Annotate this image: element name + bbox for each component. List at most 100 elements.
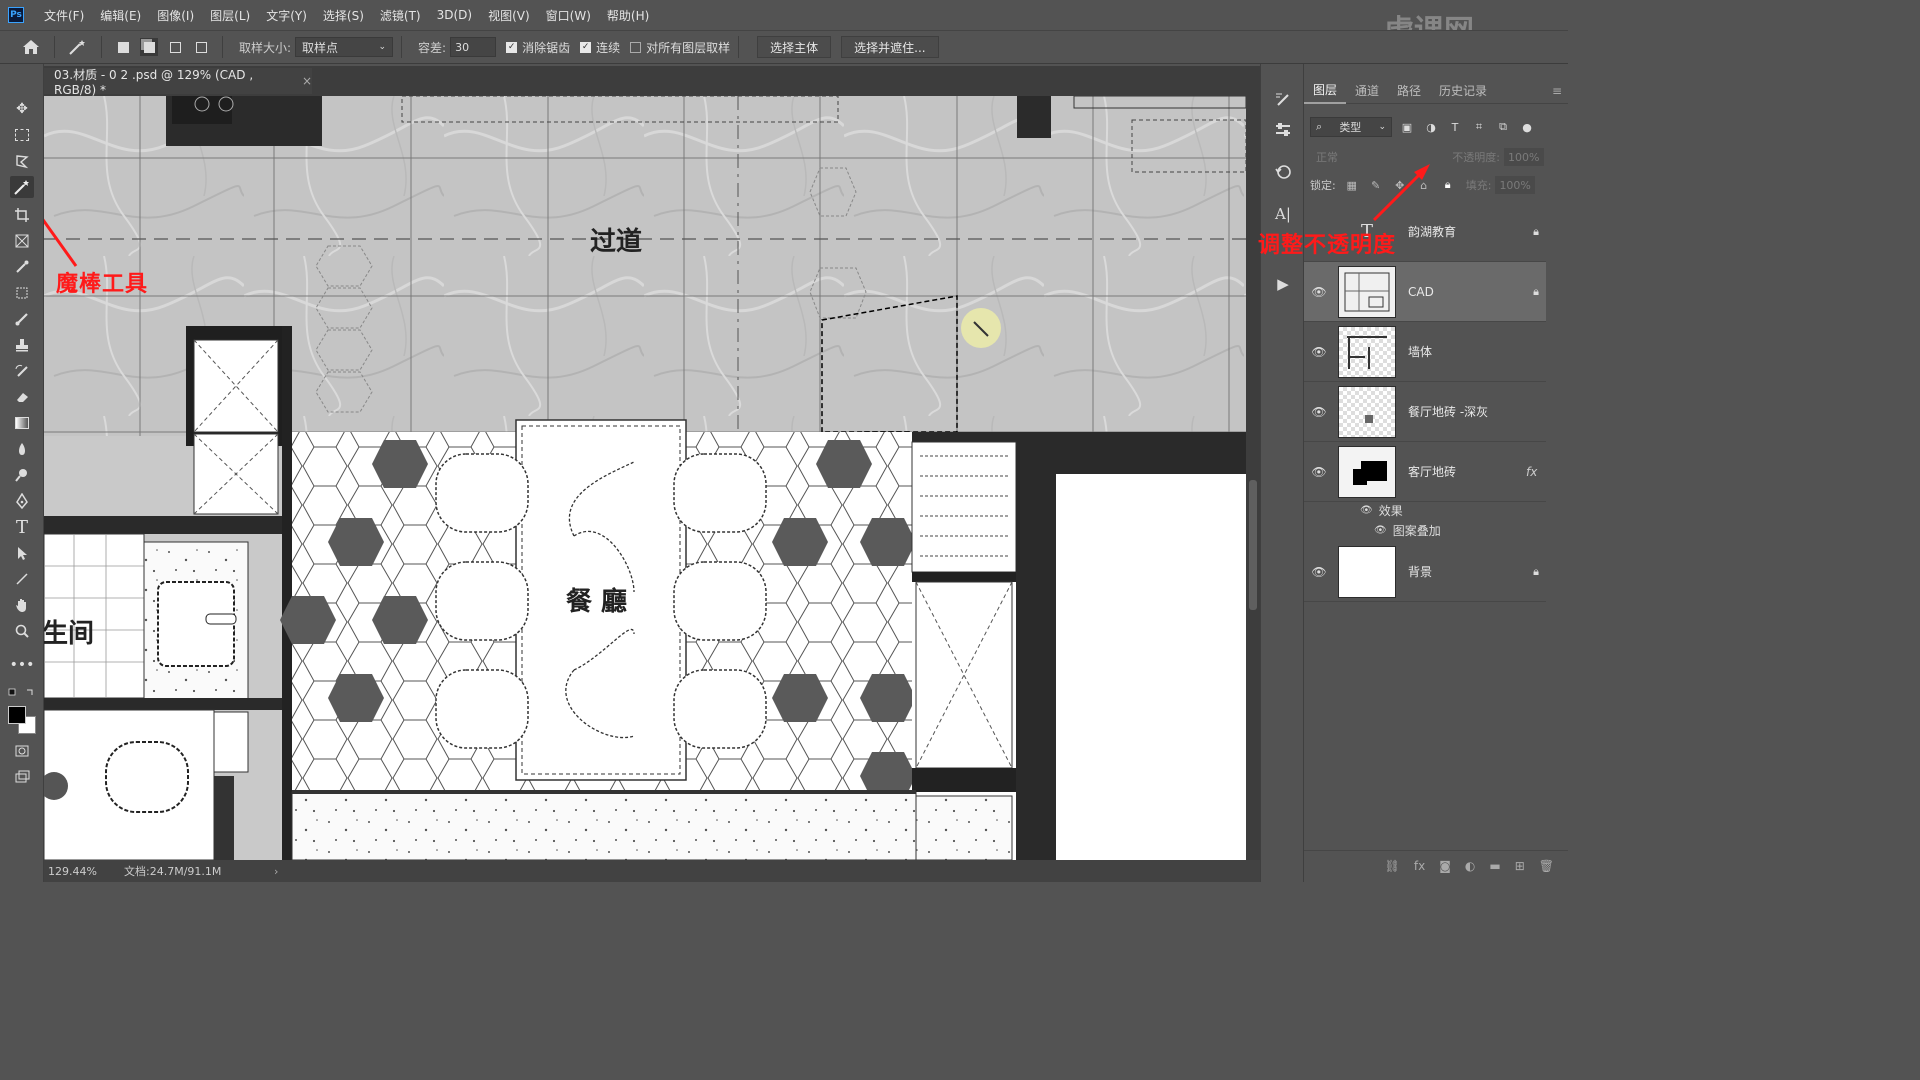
- line-tool-icon[interactable]: [10, 568, 34, 590]
- marquee-tool-icon[interactable]: [10, 124, 34, 146]
- new-fill-adjustment-icon[interactable]: ◐: [1465, 859, 1475, 873]
- tab-paths[interactable]: 路径: [1388, 78, 1430, 104]
- path-selection-tool-icon[interactable]: [10, 542, 34, 564]
- menu-type[interactable]: 文字(Y): [258, 7, 315, 24]
- magic-wand-preset-icon[interactable]: [67, 36, 89, 58]
- layer-effects-group[interactable]: 👁︎ 效果: [1360, 502, 1403, 519]
- layer-effect-pattern-overlay[interactable]: 👁︎ 图案叠加: [1374, 522, 1441, 539]
- panel-menu-icon[interactable]: ≡: [1552, 84, 1562, 98]
- quick-mask-icon[interactable]: [10, 740, 34, 762]
- filter-pixel-icon[interactable]: ▣: [1398, 118, 1416, 136]
- intersect-selection-icon[interactable]: [192, 38, 210, 56]
- layer-row-dining-tiles[interactable]: 👁︎ 餐厅地砖 -深灰: [1304, 382, 1546, 442]
- color-swatches[interactable]: [6, 704, 38, 734]
- gradient-tool-icon[interactable]: [10, 412, 34, 434]
- pen-tool-icon[interactable]: [10, 490, 34, 512]
- anti-alias-checkbox[interactable]: ✓ 消除锯齿: [506, 39, 570, 56]
- document-tab[interactable]: 03.材质 - 0 2 .psd @ 129% (CAD , RGB/8) * …: [44, 68, 312, 97]
- tab-channels[interactable]: 通道: [1346, 78, 1388, 104]
- menu-filter[interactable]: 滤镜(T): [372, 7, 429, 24]
- layer-effects-fx-icon[interactable]: fx: [1526, 465, 1546, 479]
- hand-tool-icon[interactable]: [10, 594, 34, 616]
- history-icon[interactable]: [1271, 160, 1295, 184]
- visibility-eye-icon[interactable]: 👁︎: [1304, 345, 1334, 359]
- swap-colors-icon[interactable]: [6, 682, 38, 704]
- layer-row-background[interactable]: 👁︎ 背景 🔒︎: [1304, 542, 1546, 602]
- menu-select[interactable]: 选择(S): [315, 7, 372, 24]
- filter-type-select[interactable]: ⌕ 类型 ⌄: [1310, 117, 1392, 137]
- adjustments-icon[interactable]: [1271, 118, 1295, 142]
- vertical-scrollbar[interactable]: [1246, 96, 1260, 860]
- zoom-tool-icon[interactable]: [10, 620, 34, 642]
- layer-row-living-tiles[interactable]: 👁︎ 客厅地砖 fx: [1304, 442, 1546, 502]
- home-icon[interactable]: [20, 36, 42, 58]
- history-brush-tool-icon[interactable]: [10, 360, 34, 382]
- menu-3d[interactable]: 3D(D): [429, 8, 480, 22]
- scrollbar-thumb[interactable]: [1249, 480, 1257, 610]
- document-canvas[interactable]: 过道 餐 廳 生间 魔棒工具: [44, 96, 1246, 860]
- sample-size-select[interactable]: 取样点 ⌄: [295, 37, 394, 57]
- eraser-tool-icon[interactable]: [10, 386, 34, 408]
- link-layers-icon[interactable]: ⛓︎: [1385, 859, 1400, 873]
- new-layer-icon[interactable]: ⊞: [1515, 859, 1525, 873]
- frame-tool-icon[interactable]: [10, 230, 34, 252]
- select-subject-button[interactable]: 选择主体: [757, 36, 832, 58]
- sample-all-layers-checkbox[interactable]: 对所有图层取样: [630, 39, 730, 56]
- lasso-tool-icon[interactable]: [10, 150, 34, 172]
- opacity-input[interactable]: 100%: [1504, 148, 1544, 166]
- close-tab-icon[interactable]: ×: [302, 74, 312, 88]
- type-tool-icon[interactable]: T: [10, 516, 34, 538]
- menu-image[interactable]: 图像(I): [149, 7, 202, 24]
- add-style-fx-icon[interactable]: fx: [1414, 859, 1425, 873]
- zoom-level[interactable]: 129.44%: [44, 865, 124, 878]
- brush-settings-icon[interactable]: [1271, 88, 1295, 112]
- filter-shape-icon[interactable]: ⌗: [1470, 118, 1488, 136]
- fill-input[interactable]: 100%: [1495, 176, 1536, 194]
- visibility-eye-icon[interactable]: 👁︎: [1304, 565, 1334, 579]
- tab-layers[interactable]: 图层: [1304, 77, 1347, 104]
- select-and-mask-button[interactable]: 选择并遮住...: [841, 36, 939, 58]
- subtract-selection-icon[interactable]: [166, 38, 184, 56]
- visibility-eye-icon[interactable]: 👁︎: [1304, 405, 1334, 419]
- filter-smart-icon[interactable]: ⧉: [1494, 118, 1512, 136]
- visibility-eye-icon[interactable]: 👁︎: [1374, 525, 1387, 536]
- tab-history[interactable]: 历史记录: [1430, 78, 1496, 104]
- blur-tool-icon[interactable]: [10, 438, 34, 460]
- add-mask-icon[interactable]: ◙: [1439, 859, 1451, 873]
- move-tool-icon[interactable]: ✥: [10, 98, 34, 120]
- contiguous-checkbox[interactable]: ✓ 连续: [580, 39, 620, 56]
- filter-type-icon[interactable]: T: [1446, 118, 1464, 136]
- menu-file[interactable]: 文件(F): [36, 7, 92, 24]
- menu-window[interactable]: 窗口(W): [538, 7, 599, 24]
- layer-name: CAD: [1408, 284, 1434, 299]
- menu-help[interactable]: 帮助(H): [599, 7, 657, 24]
- layer-row-cad[interactable]: 👁︎ CAD 🔒︎: [1304, 262, 1546, 322]
- brush-tool-icon[interactable]: [10, 308, 34, 330]
- visibility-eye-icon[interactable]: 👁︎: [1360, 505, 1373, 516]
- menu-edit[interactable]: 编辑(E): [92, 7, 149, 24]
- new-selection-icon[interactable]: [114, 38, 132, 56]
- filter-toggle-icon[interactable]: ●: [1518, 118, 1536, 136]
- tolerance-input[interactable]: 30: [450, 37, 497, 57]
- visibility-eye-icon[interactable]: 👁︎: [1304, 465, 1334, 479]
- actions-play-icon[interactable]: ▶: [1271, 272, 1295, 296]
- filter-adjustment-icon[interactable]: ◑: [1422, 118, 1440, 136]
- magic-wand-tool-icon[interactable]: [10, 176, 34, 198]
- status-arrow-icon[interactable]: ›: [274, 865, 278, 878]
- more-tools-icon[interactable]: •••: [10, 654, 35, 676]
- menu-view[interactable]: 视图(V): [480, 7, 538, 24]
- screen-mode-icon[interactable]: [10, 766, 34, 788]
- visibility-eye-icon[interactable]: 👁︎: [1304, 285, 1334, 299]
- healing-tool-icon[interactable]: [10, 282, 34, 304]
- eyedropper-tool-icon[interactable]: [10, 256, 34, 278]
- delete-layer-trash-icon[interactable]: 🗑︎: [1539, 859, 1554, 873]
- stamp-tool-icon[interactable]: [10, 334, 34, 356]
- add-selection-icon[interactable]: [140, 38, 158, 56]
- crop-tool-icon[interactable]: [10, 204, 34, 226]
- dodge-tool-icon[interactable]: [10, 464, 34, 486]
- photoshop-logo-icon[interactable]: Ps: [8, 7, 24, 23]
- character-icon[interactable]: A|: [1271, 202, 1295, 226]
- menu-layer[interactable]: 图层(L): [202, 7, 258, 24]
- new-group-folder-icon[interactable]: ▬: [1489, 859, 1500, 873]
- layer-row-walls[interactable]: 👁︎ 墙体: [1304, 322, 1546, 382]
